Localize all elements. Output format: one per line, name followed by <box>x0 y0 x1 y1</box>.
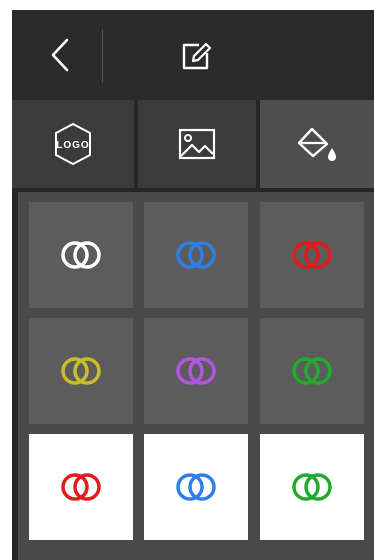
overlap-circles-icon <box>292 473 332 501</box>
color-option-white[interactable] <box>29 202 133 308</box>
overlap-circles-icon <box>61 357 101 385</box>
overlap-circles-icon <box>176 357 216 385</box>
overlap-circles-icon <box>176 241 216 269</box>
top-toolbar <box>12 10 374 100</box>
mode-tabs: LOGO <box>12 100 374 188</box>
edit-button[interactable] <box>178 38 214 74</box>
color-option-red-on-white[interactable] <box>29 434 133 540</box>
color-option-green-on-white[interactable] <box>260 434 364 540</box>
color-option-purple[interactable] <box>144 318 248 424</box>
overlap-circles-icon <box>292 357 332 385</box>
color-option-green[interactable] <box>260 318 364 424</box>
toolbar-divider <box>102 30 103 82</box>
back-button[interactable] <box>40 32 80 78</box>
color-picker-screen: LOGO <box>12 10 374 560</box>
edit-note-icon <box>182 42 212 70</box>
paint-bucket-icon <box>297 127 336 161</box>
tab-fill-color[interactable] <box>260 100 374 188</box>
overlap-circles-icon <box>61 473 101 501</box>
overlap-circles-icon <box>61 241 101 269</box>
color-option-blue[interactable] <box>144 202 248 308</box>
color-option-blue-on-white[interactable] <box>144 434 248 540</box>
tab-logo[interactable]: LOGO <box>12 100 134 188</box>
svg-text:LOGO: LOGO <box>56 140 89 151</box>
tab-image[interactable] <box>138 100 256 188</box>
color-option-yellow[interactable] <box>29 318 133 424</box>
overlap-circles-icon <box>292 241 332 269</box>
color-options-grid <box>18 192 374 560</box>
color-option-red[interactable] <box>260 202 364 308</box>
logo-badge-icon: LOGO <box>55 122 91 166</box>
chevron-left-icon <box>51 38 69 72</box>
image-icon <box>178 128 216 160</box>
overlap-circles-icon <box>176 473 216 501</box>
